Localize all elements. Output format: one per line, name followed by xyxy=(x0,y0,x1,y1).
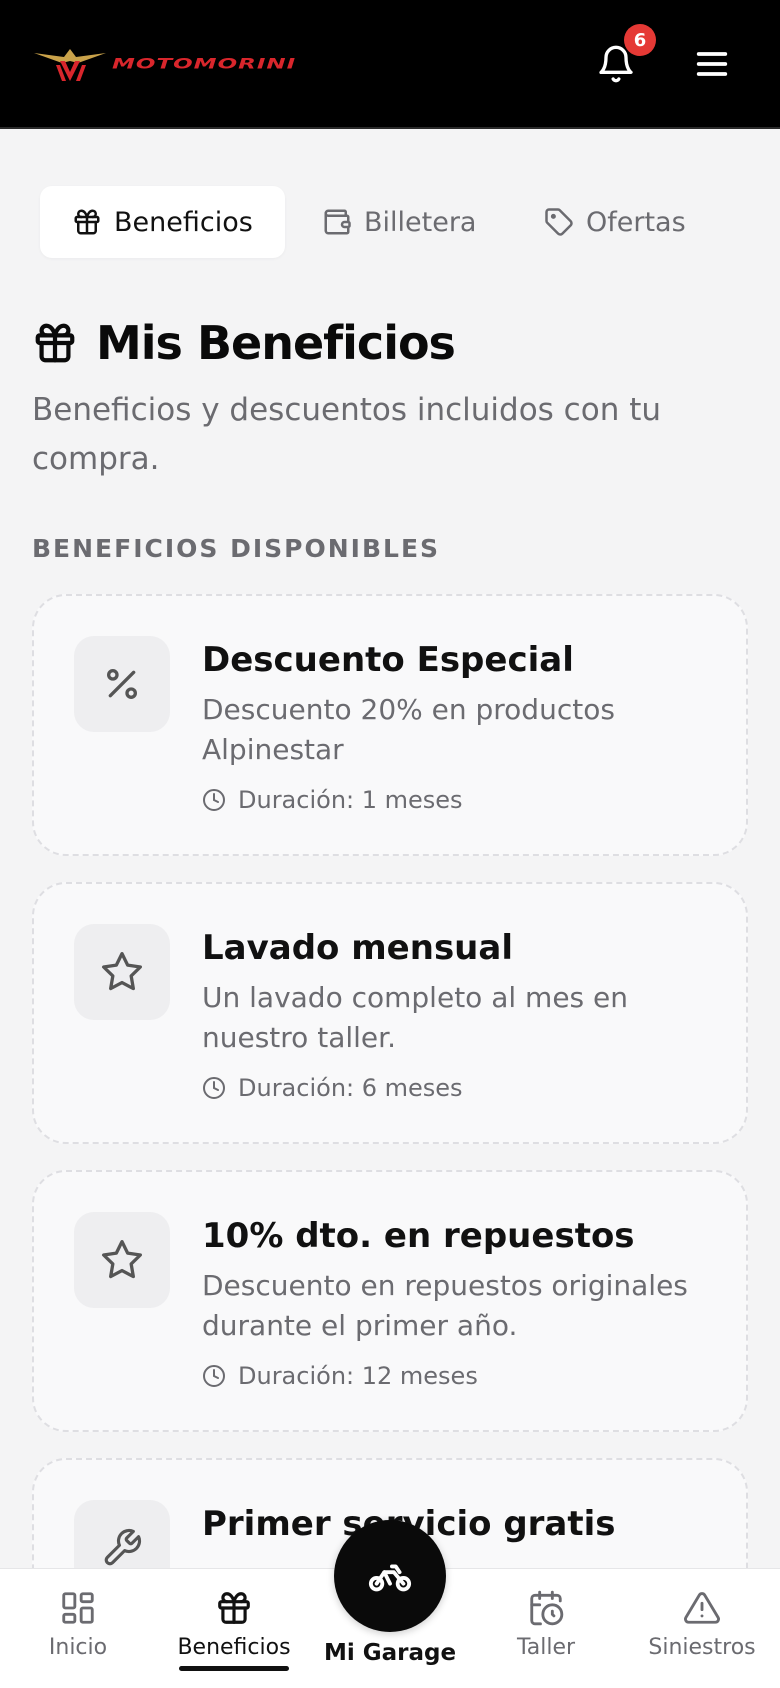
nav-label: Taller xyxy=(516,1635,576,1660)
benefit-duration: Duración: 1 meses xyxy=(202,786,463,814)
benefit-duration: Duración: 6 meses xyxy=(202,1074,463,1102)
wrench-icon xyxy=(104,1528,142,1566)
tab-ofertas[interactable]: Ofertas xyxy=(544,186,686,258)
tab-label: Billetera xyxy=(364,206,477,238)
page-title: Mis Beneficios xyxy=(32,316,456,370)
wallet-icon xyxy=(324,209,351,235)
tab-beneficios[interactable]: Beneficios xyxy=(40,186,285,258)
app-header: MOTOMORINI 6 xyxy=(0,0,780,129)
benefit-duration-text: Duración: 1 meses xyxy=(238,786,463,814)
nav-label: Inicio xyxy=(48,1635,108,1660)
section-label: BENEFICIOS DISPONIBLES xyxy=(32,534,441,563)
clock-icon xyxy=(203,1365,225,1387)
logo-wordmark: MOTOMORINI xyxy=(112,55,297,73)
benefit-title: Lavado mensual xyxy=(202,928,513,968)
calendar-clock-icon xyxy=(530,1590,564,1626)
dashboard-icon xyxy=(62,1592,94,1624)
gift-icon xyxy=(218,1592,250,1624)
benefit-duration-text: Duración: 12 meses xyxy=(238,1362,478,1390)
clock-icon xyxy=(203,1077,225,1099)
tab-billetera[interactable]: Billetera xyxy=(322,186,476,258)
page-subtitle: Beneficios y descuentos incluidos con tu… xyxy=(32,392,661,477)
percent-icon xyxy=(107,669,137,699)
motorcycle-icon xyxy=(368,1564,412,1592)
tab-label: Ofertas xyxy=(586,206,686,238)
benefit-icon-box xyxy=(74,924,170,1020)
benefit-title: 10% dto. en repuestos xyxy=(202,1216,635,1256)
benefit-duration-text: Duración: 6 meses xyxy=(238,1074,463,1102)
warning-icon xyxy=(684,1592,720,1624)
page-title-text: Mis Beneficios xyxy=(96,316,456,370)
benefit-card[interactable]: Descuento Especial Descuento 20% en prod… xyxy=(32,594,748,856)
nav-item-taller[interactable]: Taller xyxy=(476,1589,616,1660)
nav-item-inicio[interactable]: Inicio xyxy=(8,1589,148,1660)
active-indicator xyxy=(179,1666,289,1671)
benefit-description: Descuento 20% en productos Alpinestar xyxy=(202,693,615,766)
nav-item-beneficios[interactable]: Beneficios xyxy=(164,1589,304,1671)
benefit-description: Descuento en repuestos originales durant… xyxy=(202,1269,688,1342)
star-icon xyxy=(102,1240,142,1279)
clock-icon xyxy=(203,789,225,811)
nav-label: Beneficios xyxy=(177,1635,291,1660)
benefit-title: Descuento Especial xyxy=(202,640,574,680)
benefits-tabs: Beneficios Billetera Ofertas xyxy=(40,186,740,258)
hamburger-icon xyxy=(696,52,728,76)
benefit-icon-box xyxy=(74,1212,170,1308)
brand-logo[interactable]: MOTOMORINI xyxy=(34,44,390,84)
tag-icon xyxy=(545,208,573,236)
benefit-duration: Duración: 12 meses xyxy=(202,1362,478,1390)
star-icon xyxy=(102,952,142,991)
gift-icon xyxy=(35,323,75,363)
gift-icon xyxy=(74,209,100,235)
benefit-icon-box xyxy=(74,636,170,732)
benefit-card[interactable]: Lavado mensual Un lavado completo al mes… xyxy=(32,882,748,1144)
mi-garage-label: Mi Garage xyxy=(323,1640,457,1666)
menu-button[interactable] xyxy=(692,44,732,84)
tab-label: Beneficios xyxy=(114,206,253,238)
nav-label: Siniestros xyxy=(648,1635,756,1660)
nav-item-siniestros[interactable]: Siniestros xyxy=(632,1589,772,1660)
logo-emblem-icon xyxy=(34,49,106,81)
notification-badge: 6 xyxy=(624,24,656,56)
mi-garage-button[interactable] xyxy=(334,1520,446,1632)
benefit-description: Un lavado completo al mes en nuestro tal… xyxy=(202,981,629,1054)
benefit-card[interactable]: 10% dto. en repuestos Descuento en repue… xyxy=(32,1170,748,1432)
